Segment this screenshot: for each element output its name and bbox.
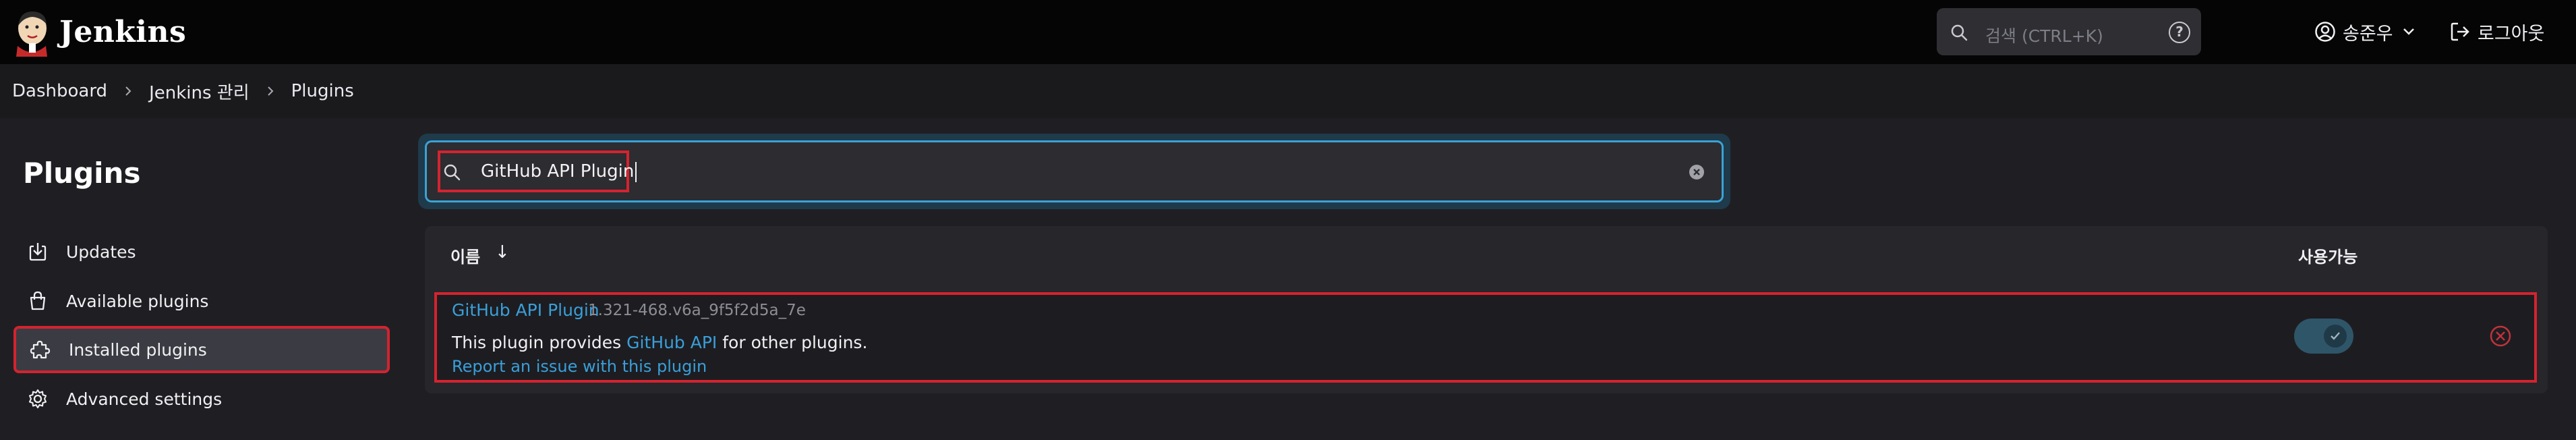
sidebar-item-available-plugins[interactable]: Available plugins xyxy=(13,277,390,325)
shopping-bag-icon xyxy=(30,291,46,310)
sidebar-item-label: Installed plugins xyxy=(69,339,207,360)
sidebar-item-updates[interactable]: Updates xyxy=(13,228,390,275)
user-name: 송준우 xyxy=(2343,23,2393,45)
sidebar-item-advanced-settings[interactable]: Advanced settings xyxy=(13,375,390,422)
column-header-enabled: 사용가능 xyxy=(2298,248,2358,267)
sidebar-item-installed-plugins[interactable]: Installed plugins xyxy=(13,326,390,373)
plugin-enabled-toggle[interactable] xyxy=(2294,319,2353,354)
plugin-filter-input[interactable]: GitHub API Plugin xyxy=(425,140,1724,202)
gear-icon xyxy=(28,389,47,409)
search-icon xyxy=(444,164,461,181)
jenkins-brand-link[interactable]: Jenkins xyxy=(12,7,186,57)
global-search-input[interactable]: 검색 (CTRL+K) ? xyxy=(1937,8,2201,55)
help-icon[interactable]: ? xyxy=(2169,22,2190,43)
clear-icon[interactable] xyxy=(1689,165,1704,180)
breadcrumb-dashboard[interactable]: Dashboard xyxy=(12,81,107,101)
column-header-name[interactable]: 이름 xyxy=(450,244,480,267)
chevron-down-icon xyxy=(2403,28,2414,35)
plugin-description: This plugin provides GitHub API for othe… xyxy=(452,333,868,352)
sidebar-item-label: Advanced settings xyxy=(66,389,223,409)
brand-name: Jenkins xyxy=(59,15,187,49)
github-api-link[interactable]: GitHub API xyxy=(626,333,717,352)
sidebar-item-label: Updates xyxy=(66,242,136,262)
breadcrumb: Dashboard Jenkins 관리 Plugins xyxy=(0,64,2576,118)
table-row: GitHub API Plugin 1.321-468.v6a_9f5f2d5a… xyxy=(434,292,2537,383)
breadcrumb-jenkins-manage[interactable]: Jenkins 관리 xyxy=(149,79,250,104)
uninstall-x-icon[interactable] xyxy=(2488,324,2513,348)
jenkins-logo-icon xyxy=(16,11,47,57)
user-icon xyxy=(2315,22,2335,42)
search-placeholder: 검색 (CTRL+K) xyxy=(1985,26,2103,46)
check-icon xyxy=(2331,332,2340,340)
close-icon xyxy=(1693,169,1700,175)
logout-label: 로그아웃 xyxy=(2478,23,2545,45)
chevron-right-icon xyxy=(125,86,131,96)
top-header: Jenkins 검색 (CTRL+K) ? 송준우 로그아웃 xyxy=(0,0,2576,64)
sidebar-item-label: Available plugins xyxy=(66,291,209,311)
puzzle-icon xyxy=(30,340,51,359)
filter-value: GitHub API Plugin xyxy=(481,161,637,182)
installed-plugins-table: 이름 ↓ 사용가능 GitHub API Plugin 1.321-468.v6… xyxy=(425,226,2548,393)
logout-link[interactable]: 로그아웃 xyxy=(2449,16,2544,47)
plugin-name-link[interactable]: GitHub API Plugin xyxy=(452,300,599,320)
plugin-version: 1.321-468.v6a_9f5f2d5a_7e xyxy=(588,302,806,319)
report-issue-link[interactable]: Report an issue with this plugin xyxy=(452,357,707,376)
page-title: Plugins xyxy=(23,157,141,190)
chevron-right-icon xyxy=(267,86,274,96)
user-menu[interactable]: 송준우 xyxy=(2314,16,2422,47)
search-icon xyxy=(1951,24,1968,41)
download-icon xyxy=(29,243,47,261)
logout-icon xyxy=(2451,22,2469,41)
toggle-knob xyxy=(2324,325,2347,348)
breadcrumb-plugins[interactable]: Plugins xyxy=(291,81,354,101)
sort-arrow-icon[interactable]: ↓ xyxy=(495,242,510,263)
